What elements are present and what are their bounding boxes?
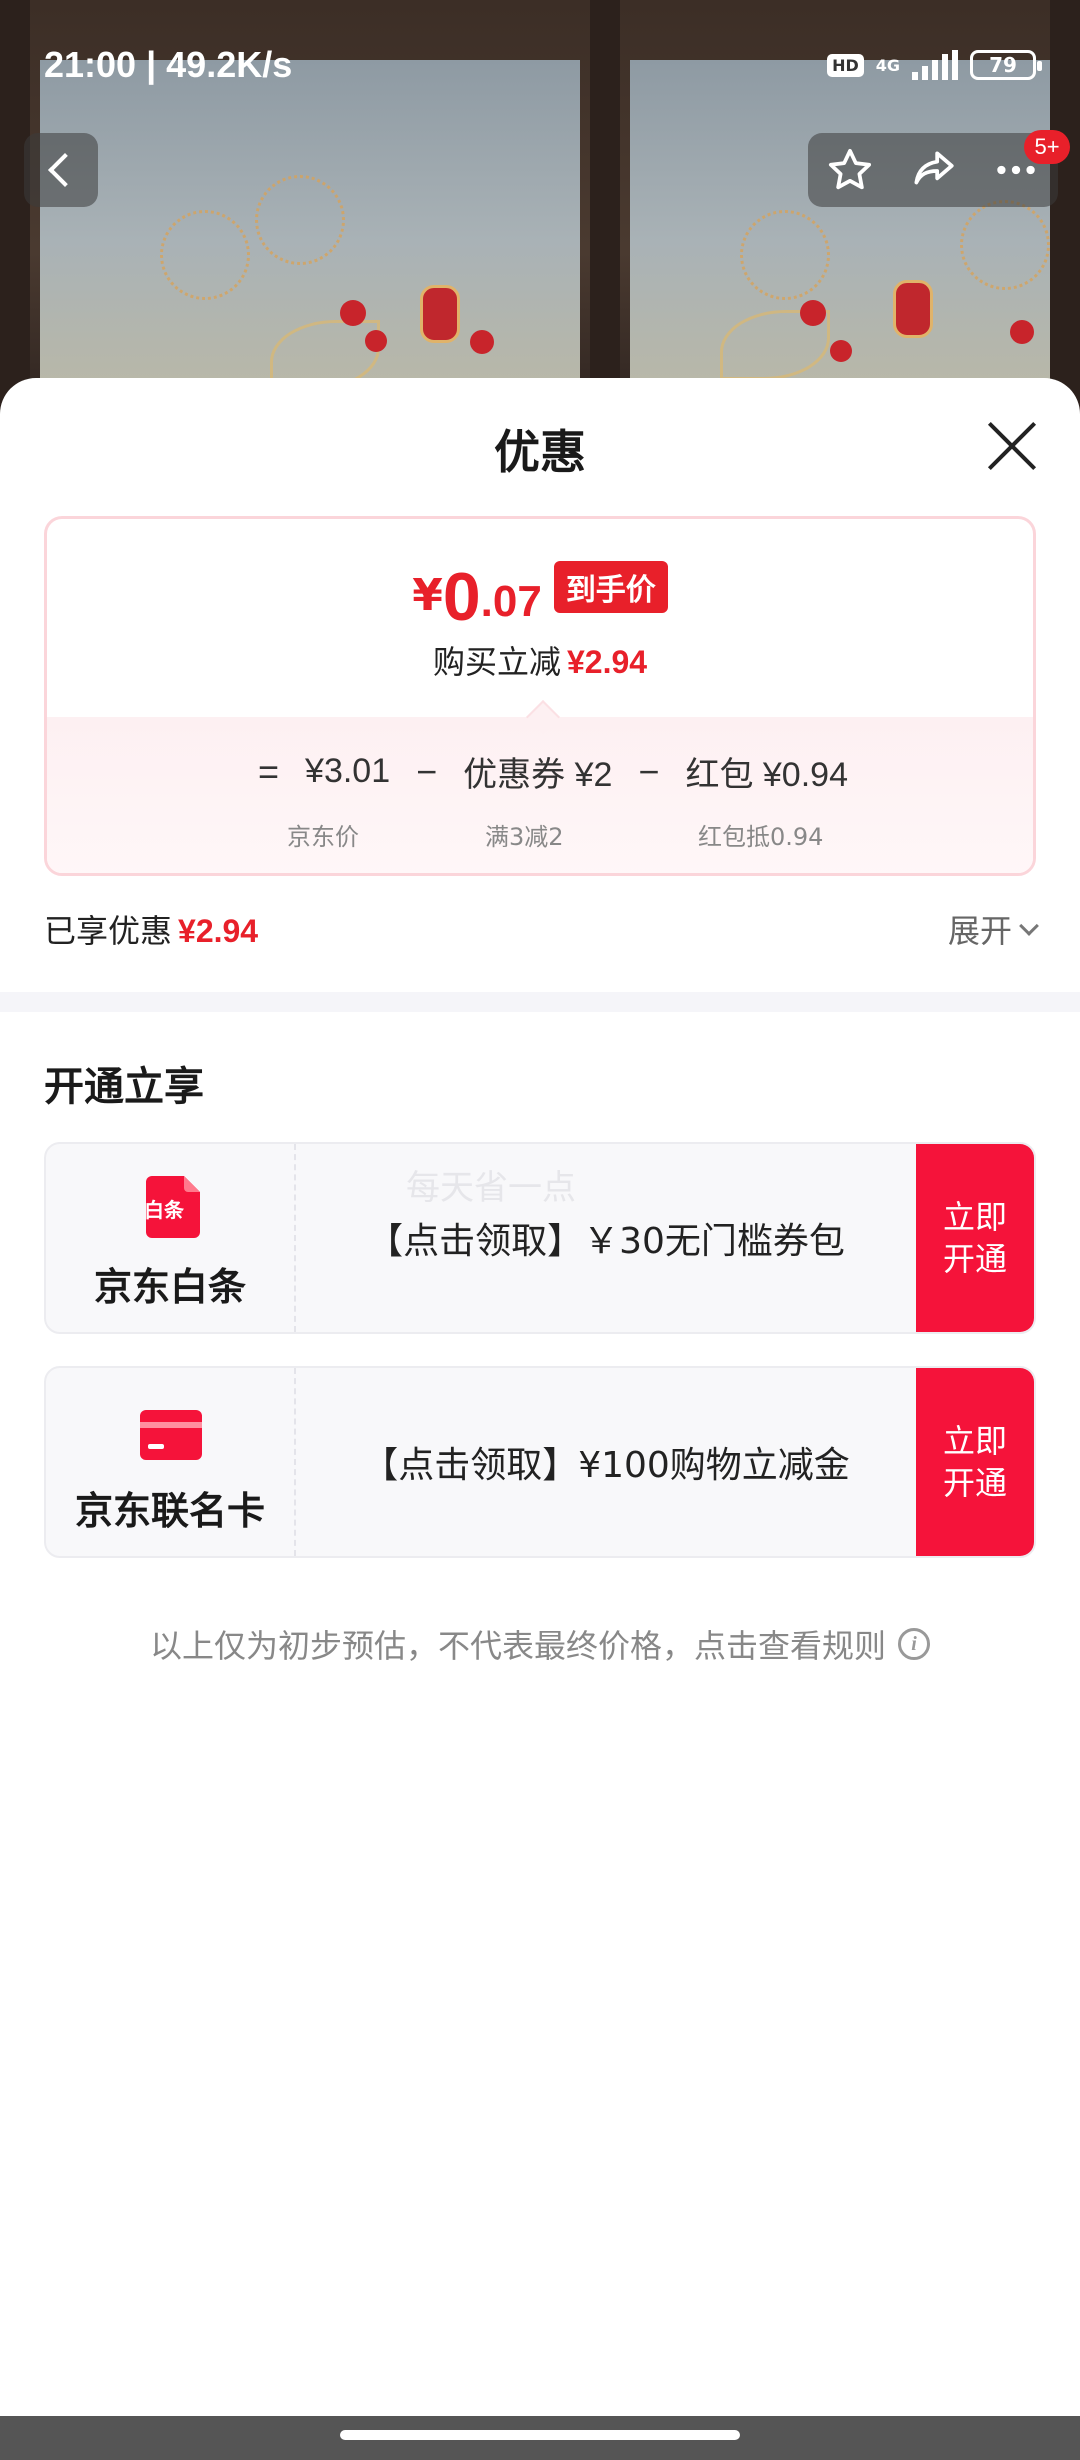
disclaimer-text: 以上仅为初步预估，不代表最终价格，点击查看规则 bbox=[149, 1627, 886, 1665]
notification-badge: 5+ bbox=[1024, 130, 1070, 164]
red-packet-value: 红包 ¥0.94 bbox=[685, 756, 848, 794]
hd-icon: HD bbox=[827, 53, 864, 77]
berry-decoration bbox=[800, 300, 826, 326]
offer-card-baitiao[interactable]: 白条 京东白条 每天省一点 【点击领取】￥30无门槛券包 立即 开通 bbox=[44, 1142, 1036, 1334]
lantern-decoration bbox=[893, 280, 933, 338]
minus-sign: − bbox=[416, 750, 438, 792]
berry-decoration bbox=[340, 300, 366, 326]
reduction-amount: ¥2.94 bbox=[566, 644, 648, 680]
discount-sheet: 优惠 ¥ 0 .07 到手价 购买立减 ¥2.94 = ¥3.01 − 优惠券 ¥… bbox=[0, 378, 1080, 2418]
instant-reduction: 购买立减 ¥2.94 bbox=[47, 637, 1033, 683]
equals-sign: = bbox=[258, 750, 280, 792]
offer-brand: 白条 京东白条 bbox=[46, 1144, 296, 1332]
signal-icon bbox=[912, 50, 958, 80]
status-bar: 21:00 | 49.2K/s HD 4G 79 bbox=[44, 40, 1042, 100]
price-integer: 0 bbox=[442, 559, 481, 635]
close-icon[interactable] bbox=[984, 418, 1040, 474]
price-summary: ¥ 0 .07 到手价 购买立减 ¥2.94 bbox=[47, 519, 1033, 719]
baitiao-icon-text: 白条 bbox=[144, 1198, 184, 1222]
open-now-button[interactable]: 立即 开通 bbox=[916, 1144, 1034, 1332]
share-icon bbox=[914, 151, 954, 185]
offer-description: 【点击领取】￥30无门槛券包 bbox=[367, 1221, 845, 1262]
berry-decoration bbox=[365, 330, 387, 352]
offer-brand: 京东联名卡 bbox=[46, 1368, 296, 1556]
chevron-left-icon bbox=[48, 153, 82, 187]
offer-name: 京东白条 bbox=[93, 1265, 246, 1309]
status-time: 21:00 | 49.2K/s bbox=[44, 44, 293, 85]
rules-disclaimer[interactable]: 以上仅为初步预估，不代表最终价格，点击查看规则 i bbox=[0, 1621, 1080, 1667]
firework-decoration bbox=[740, 210, 830, 300]
offer-description: 【点击领取】¥100购物立减金 bbox=[362, 1445, 850, 1486]
final-price-tag: 到手价 bbox=[553, 561, 668, 613]
currency-symbol: ¥ bbox=[412, 570, 443, 621]
battery-icon: 79 bbox=[970, 50, 1042, 80]
final-price: ¥ 0 .07 到手价 bbox=[47, 559, 1033, 635]
jd-price-value: ¥3.01 bbox=[305, 752, 391, 790]
expand-label: 展开 bbox=[947, 912, 1012, 950]
firework-decoration bbox=[960, 200, 1050, 290]
expand-button[interactable]: 展开 bbox=[947, 906, 1039, 952]
window-frame-right bbox=[1050, 0, 1080, 420]
enjoyed-amount: ¥2.94 bbox=[178, 913, 259, 949]
offer-name: 京东联名卡 bbox=[74, 1489, 265, 1533]
back-button[interactable] bbox=[24, 133, 98, 207]
chevron-down-icon bbox=[1019, 916, 1039, 936]
firework-decoration bbox=[160, 210, 250, 300]
header-action-group bbox=[808, 133, 1058, 207]
window-frame-left bbox=[0, 0, 30, 420]
firework-decoration bbox=[255, 175, 345, 265]
status-icons: HD 4G 79 bbox=[827, 50, 1042, 80]
section-title: 开通立享 bbox=[44, 1064, 204, 1110]
enjoyed-discount-row: 已享优惠 ¥2.94 展开 bbox=[44, 906, 1039, 956]
berry-decoration bbox=[1010, 320, 1034, 344]
info-icon: i bbox=[898, 1628, 930, 1660]
reduction-label: 购买立减 bbox=[432, 643, 561, 681]
enjoyed-label: 已享优惠 bbox=[44, 912, 173, 950]
enjoyed-discount: 已享优惠 ¥2.94 bbox=[44, 906, 258, 952]
red-packet-label: 红包抵0.94 bbox=[698, 823, 824, 851]
offer-card-co-branded[interactable]: 京东联名卡 【点击领取】¥100购物立减金 立即 开通 bbox=[44, 1366, 1036, 1558]
berry-decoration bbox=[470, 330, 494, 354]
section-divider bbox=[0, 992, 1080, 1012]
favorite-button[interactable] bbox=[820, 140, 880, 200]
credit-card-icon bbox=[140, 1410, 202, 1460]
lantern-decoration bbox=[420, 285, 460, 343]
coupon-value: 优惠券 ¥2 bbox=[463, 756, 613, 794]
jd-price-label: 京东价 bbox=[287, 823, 359, 851]
network-type: 4G bbox=[875, 55, 900, 75]
price-decimal: .07 bbox=[480, 577, 542, 626]
open-now-button[interactable]: 立即 开通 bbox=[916, 1368, 1034, 1556]
navigation-bar bbox=[0, 2416, 1080, 2460]
share-button[interactable] bbox=[903, 140, 963, 200]
price-breakdown: = ¥3.01 − 优惠券 ¥2 − 红包 ¥0.94 京东价 满3减2 红包抵… bbox=[47, 717, 1033, 873]
home-indicator[interactable] bbox=[340, 2430, 740, 2440]
coupon-label: 满3减2 bbox=[485, 823, 564, 851]
sheet-title: 优惠 bbox=[494, 425, 586, 479]
final-price-card: ¥ 0 .07 到手价 购买立减 ¥2.94 = ¥3.01 − 优惠券 ¥2 −… bbox=[44, 516, 1036, 876]
star-icon bbox=[828, 148, 871, 190]
minus-sign: − bbox=[638, 750, 660, 792]
berry-decoration bbox=[830, 340, 852, 362]
price-formula: = ¥3.01 − 优惠券 ¥2 − 红包 ¥0.94 bbox=[47, 747, 1033, 796]
